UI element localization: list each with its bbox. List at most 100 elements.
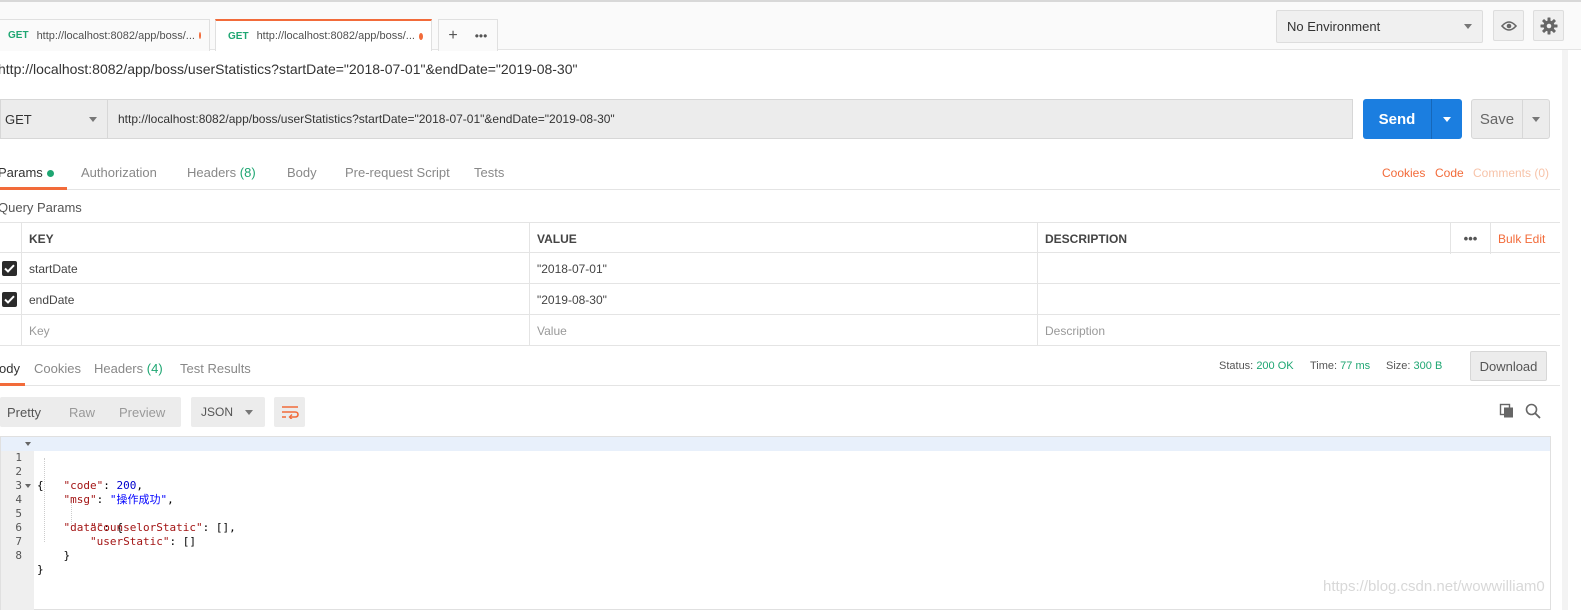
cookies-link[interactable]: Cookies [1382, 166, 1425, 180]
active-tab-underline [0, 187, 67, 190]
bulk-edit-link[interactable]: Bulk Edit [1490, 223, 1560, 254]
code-line: 3 "msg": "操作成功", [1, 465, 1550, 506]
active-dot-icon [46, 170, 54, 178]
add-tab-button[interactable]: + [439, 27, 467, 45]
save-button[interactable]: Save [1471, 99, 1550, 139]
tab-url: http://localhost:8082/app/boss/... [36, 29, 195, 42]
headers-count: (8) [239, 165, 256, 180]
copy-icon [1499, 403, 1513, 418]
tab-params[interactable]: Params [0, 165, 54, 180]
response-body-editor[interactable]: 1 { 2 "code": 200, 3 "msg": "操作成功", 4 "d… [0, 436, 1551, 610]
code-line: 8 } [1, 535, 1550, 576]
tab-body[interactable]: Body [287, 165, 317, 180]
eye-icon [1500, 20, 1517, 31]
line-number: 8 [15, 549, 22, 562]
chevron-down-icon [1532, 116, 1540, 122]
save-dropdown-button[interactable] [1523, 116, 1549, 122]
code-text: } [37, 549, 71, 562]
download-button[interactable]: Download [1470, 351, 1547, 381]
param-value[interactable]: "2019-08-30" [529, 284, 1038, 315]
column-key: KEY [21, 223, 530, 254]
headers-count: (4) [146, 361, 163, 376]
size-readout: Size: 300 B [1386, 360, 1442, 372]
response-tabs: ody Cookies Headers (4) Test Results Sta… [0, 348, 1560, 386]
row-checkbox[interactable] [2, 292, 17, 307]
code-line: 7 } [1, 521, 1550, 562]
code-line: 2 "code": 200, [1, 451, 1550, 492]
tab-headers-label: Headers [94, 361, 144, 376]
scrollbar[interactable] [1562, 50, 1568, 610]
tab-response-cookies[interactable]: Cookies [34, 361, 81, 376]
environment-quick-look-button[interactable] [1493, 10, 1524, 41]
table-row: endDate "2019-08-30" [0, 284, 1560, 315]
param-description[interactable] [1037, 253, 1560, 284]
tab-tests[interactable]: Tests [474, 165, 504, 180]
status-readout: Status: 200 OK [1219, 360, 1294, 372]
environment-label: No Environment [1287, 19, 1381, 34]
time-label: Time: [1310, 360, 1338, 372]
raw-button[interactable]: Raw [62, 405, 102, 420]
tab-prerequest-script[interactable]: Pre-request Script [345, 165, 450, 180]
tab-method: GET [8, 30, 29, 41]
format-toggle: Pretty Raw Preview [0, 397, 181, 427]
param-key[interactable]: endDate [21, 284, 530, 315]
url-input[interactable]: http://localhost:8082/app/boss/userStati… [108, 99, 1353, 139]
preview-button[interactable]: Preview [112, 405, 172, 420]
code-line: 1 { [1, 437, 1550, 492]
copy-button[interactable] [1499, 403, 1515, 422]
code-line: 5 "counselorStatic": [], [1, 493, 1550, 534]
method-select[interactable]: GET [0, 99, 108, 139]
unsaved-dot-icon [198, 32, 201, 39]
fold-arrow-icon[interactable] [25, 484, 31, 488]
wrap-lines-button[interactable] [274, 397, 305, 427]
search-button[interactable] [1525, 403, 1541, 422]
more-tabs-button[interactable]: ••• [467, 29, 495, 43]
code-line: 6 "userStatic": [] [1, 507, 1550, 548]
watermark: https://blog.csdn.net/wowwilliam0 [1323, 578, 1545, 595]
new-value-input[interactable]: Value [529, 315, 1038, 346]
query-params-table: KEY VALUE DESCRIPTION ••• Bulk Edit star… [0, 222, 1560, 346]
param-description[interactable] [1037, 284, 1560, 315]
fold-arrow-icon[interactable] [25, 442, 31, 446]
tab-authorization[interactable]: Authorization [81, 165, 157, 180]
tab-headers[interactable]: Headers (8) [187, 165, 256, 180]
format-select[interactable]: JSON [191, 397, 265, 427]
gear-icon [1540, 17, 1557, 34]
more-options-button[interactable]: ••• [1450, 223, 1490, 254]
row-checkbox[interactable] [2, 261, 17, 276]
new-key-input[interactable]: Key [21, 315, 530, 346]
param-value[interactable]: "2018-07-01" [529, 253, 1038, 284]
pretty-button[interactable]: Pretty [0, 405, 54, 420]
request-tab-1[interactable]: GET http://localhost:8082/app/boss/... [0, 19, 210, 51]
tab-response-body[interactable]: ody [0, 361, 20, 376]
code-text: } [37, 563, 44, 576]
time-readout: Time: 77 ms [1310, 360, 1370, 372]
wrap-icon [281, 406, 299, 419]
active-tab-underline [0, 383, 25, 386]
query-params-title: Query Params [0, 200, 82, 215]
environment-select[interactable]: No Environment [1276, 10, 1483, 43]
new-description-input[interactable]: Description [1037, 315, 1560, 346]
format-select-label: JSON [201, 405, 234, 419]
tab-method: GET [228, 30, 249, 42]
param-key[interactable]: startDate [21, 253, 530, 284]
send-button[interactable]: Send [1363, 99, 1462, 139]
column-value: VALUE [529, 223, 1038, 254]
comments-link[interactable]: Comments (0) [1473, 166, 1549, 180]
tab-actions: + ••• [438, 19, 498, 51]
save-label: Save [1479, 110, 1515, 128]
size-value: 300 B [1413, 360, 1443, 372]
status-label: Status: [1219, 360, 1254, 372]
settings-button[interactable] [1533, 10, 1564, 41]
status-value: 200 OK [1256, 360, 1294, 372]
code-link[interactable]: Code [1435, 166, 1464, 180]
search-icon [1525, 403, 1541, 419]
tab-test-results[interactable]: Test Results [180, 361, 251, 376]
send-dropdown-button[interactable] [1432, 116, 1462, 122]
request-tabs: Params Authorization Headers (8) Body Pr… [0, 152, 1560, 190]
table-row-new: Key Value Description [0, 315, 1560, 346]
tab-response-headers[interactable]: Headers (4) [94, 361, 163, 376]
request-tab-2[interactable]: GET http://localhost:8082/app/boss/... [215, 19, 432, 51]
send-label: Send [1378, 110, 1416, 128]
check-icon [4, 264, 15, 273]
